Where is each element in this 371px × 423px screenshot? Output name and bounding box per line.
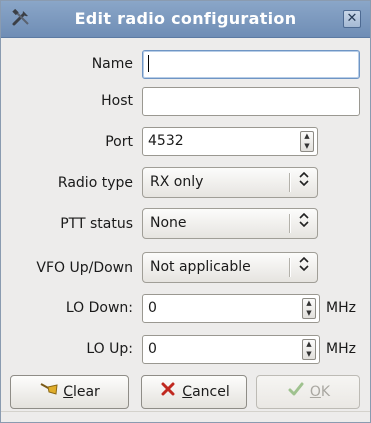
port-label: Port [105,134,133,150]
lo-up-spinbutton[interactable]: 0 ▲ ▼ [142,335,320,364]
vfo-updown-combo[interactable]: Not applicable [142,252,318,283]
lo-up-spin-arrows[interactable]: ▲ ▼ [302,339,316,360]
up-down-chevron-icon [294,253,314,282]
cancel-button[interactable]: Cancel [141,375,247,409]
ok-button-label: OK [309,384,331,400]
vfo-updown-value: Not applicable [150,259,251,275]
name-label: Name [91,56,133,72]
tools-icon [10,8,34,30]
spin-up-icon[interactable]: ▲ [301,132,313,141]
spin-up-icon[interactable]: ▲ [303,340,315,349]
clear-button[interactable]: Clear [10,375,129,409]
edit-radio-dialog: Edit radio configuration ✕ Name Host Por… [0,0,371,423]
lo-down-label: LO Down: [65,300,133,316]
radio-type-combo[interactable]: RX only [142,167,318,198]
ptt-status-label: PTT status [60,216,133,232]
broom-icon [39,376,59,408]
up-down-chevron-icon [294,168,314,197]
vfo-updown-label: VFO Up/Down [36,260,133,276]
spin-up-icon[interactable]: ▲ [303,299,315,308]
name-input[interactable] [142,50,360,79]
lo-down-spinbutton[interactable]: 0 ▲ ▼ [142,294,320,323]
lo-down-value: 0 [148,300,157,316]
checkmark-icon [286,376,306,408]
port-value: 4532 [148,133,184,149]
clear-button-label: Clear [63,384,100,400]
port-spinbutton[interactable]: 4532 ▲ ▼ [142,127,318,156]
title-bar[interactable]: Edit radio configuration ✕ [1,1,370,38]
port-spin-arrows[interactable]: ▲ ▼ [300,131,314,152]
combo-separator [289,214,291,233]
window-title: Edit radio configuration [74,9,297,28]
lo-up-value: 0 [148,341,157,357]
lo-up-label: LO Up: [86,341,133,357]
ptt-status-value: None [150,215,187,231]
spin-down-icon[interactable]: ▼ [303,350,315,359]
host-input[interactable] [142,87,360,116]
cancel-button-label: Cancel [182,384,230,400]
host-label: Host [101,93,133,109]
text-caret [148,55,149,72]
close-icon: ✕ [346,11,358,26]
bottom-divider [1,411,370,412]
ptt-status-combo[interactable]: None [142,208,318,239]
combo-separator [289,173,291,192]
ok-button[interactable]: OK [256,375,360,409]
cancel-x-icon [158,376,178,408]
up-down-chevron-icon [294,209,314,238]
radio-type-value: RX only [150,174,204,190]
lo-down-unit: MHz [326,300,356,316]
spin-down-icon[interactable]: ▼ [301,142,313,151]
combo-separator [289,258,291,277]
lo-up-unit: MHz [326,341,356,357]
spin-down-icon[interactable]: ▼ [303,309,315,318]
radio-type-label: Radio type [57,175,133,191]
close-button[interactable]: ✕ [343,10,361,28]
lo-down-spin-arrows[interactable]: ▲ ▼ [302,298,316,319]
